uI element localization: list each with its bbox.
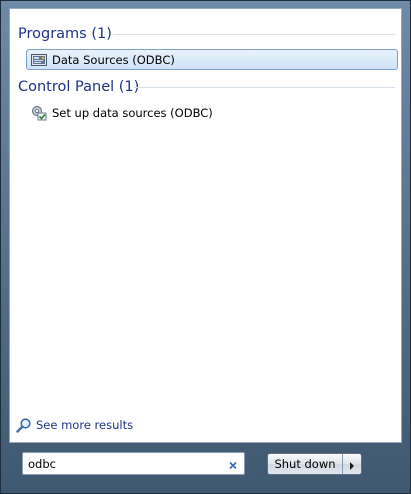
- result-item-set-up-data-sources[interactable]: Set up data sources (ODBC): [27, 102, 327, 123]
- clear-x-icon[interactable]: [227, 457, 239, 470]
- see-more-results-label: See more results: [36, 418, 134, 432]
- group-divider-control-panel: [134, 87, 395, 88]
- see-more-results-link[interactable]: See more results: [16, 417, 133, 433]
- search-box: [22, 452, 245, 475]
- result-item-data-sources-odbc[interactable]: Data Sources (ODBC): [26, 49, 398, 70]
- group-divider-programs: [113, 34, 395, 35]
- search-icon: [16, 417, 32, 433]
- result-item-label: Data Sources (ODBC): [52, 52, 175, 67]
- shutdown-button[interactable]: Shut down: [268, 454, 342, 474]
- odbc-admin-icon: [31, 52, 47, 68]
- shutdown-options-button[interactable]: [343, 454, 361, 474]
- search-results-panel: Programs (1) Data Sources (ODBC) Control…: [9, 8, 402, 443]
- group-header-programs: Programs (1): [18, 26, 112, 42]
- start-menu: Programs (1) Data Sources (ODBC) Control…: [0, 0, 411, 494]
- arrow-right-icon: [349, 455, 355, 474]
- shutdown-button-group: Shut down: [267, 453, 362, 475]
- result-item-label: Set up data sources (ODBC): [52, 105, 213, 120]
- group-header-control-panel: Control Panel (1): [18, 79, 140, 95]
- search-input[interactable]: [23, 454, 218, 473]
- control-panel-tools-icon: [31, 105, 47, 121]
